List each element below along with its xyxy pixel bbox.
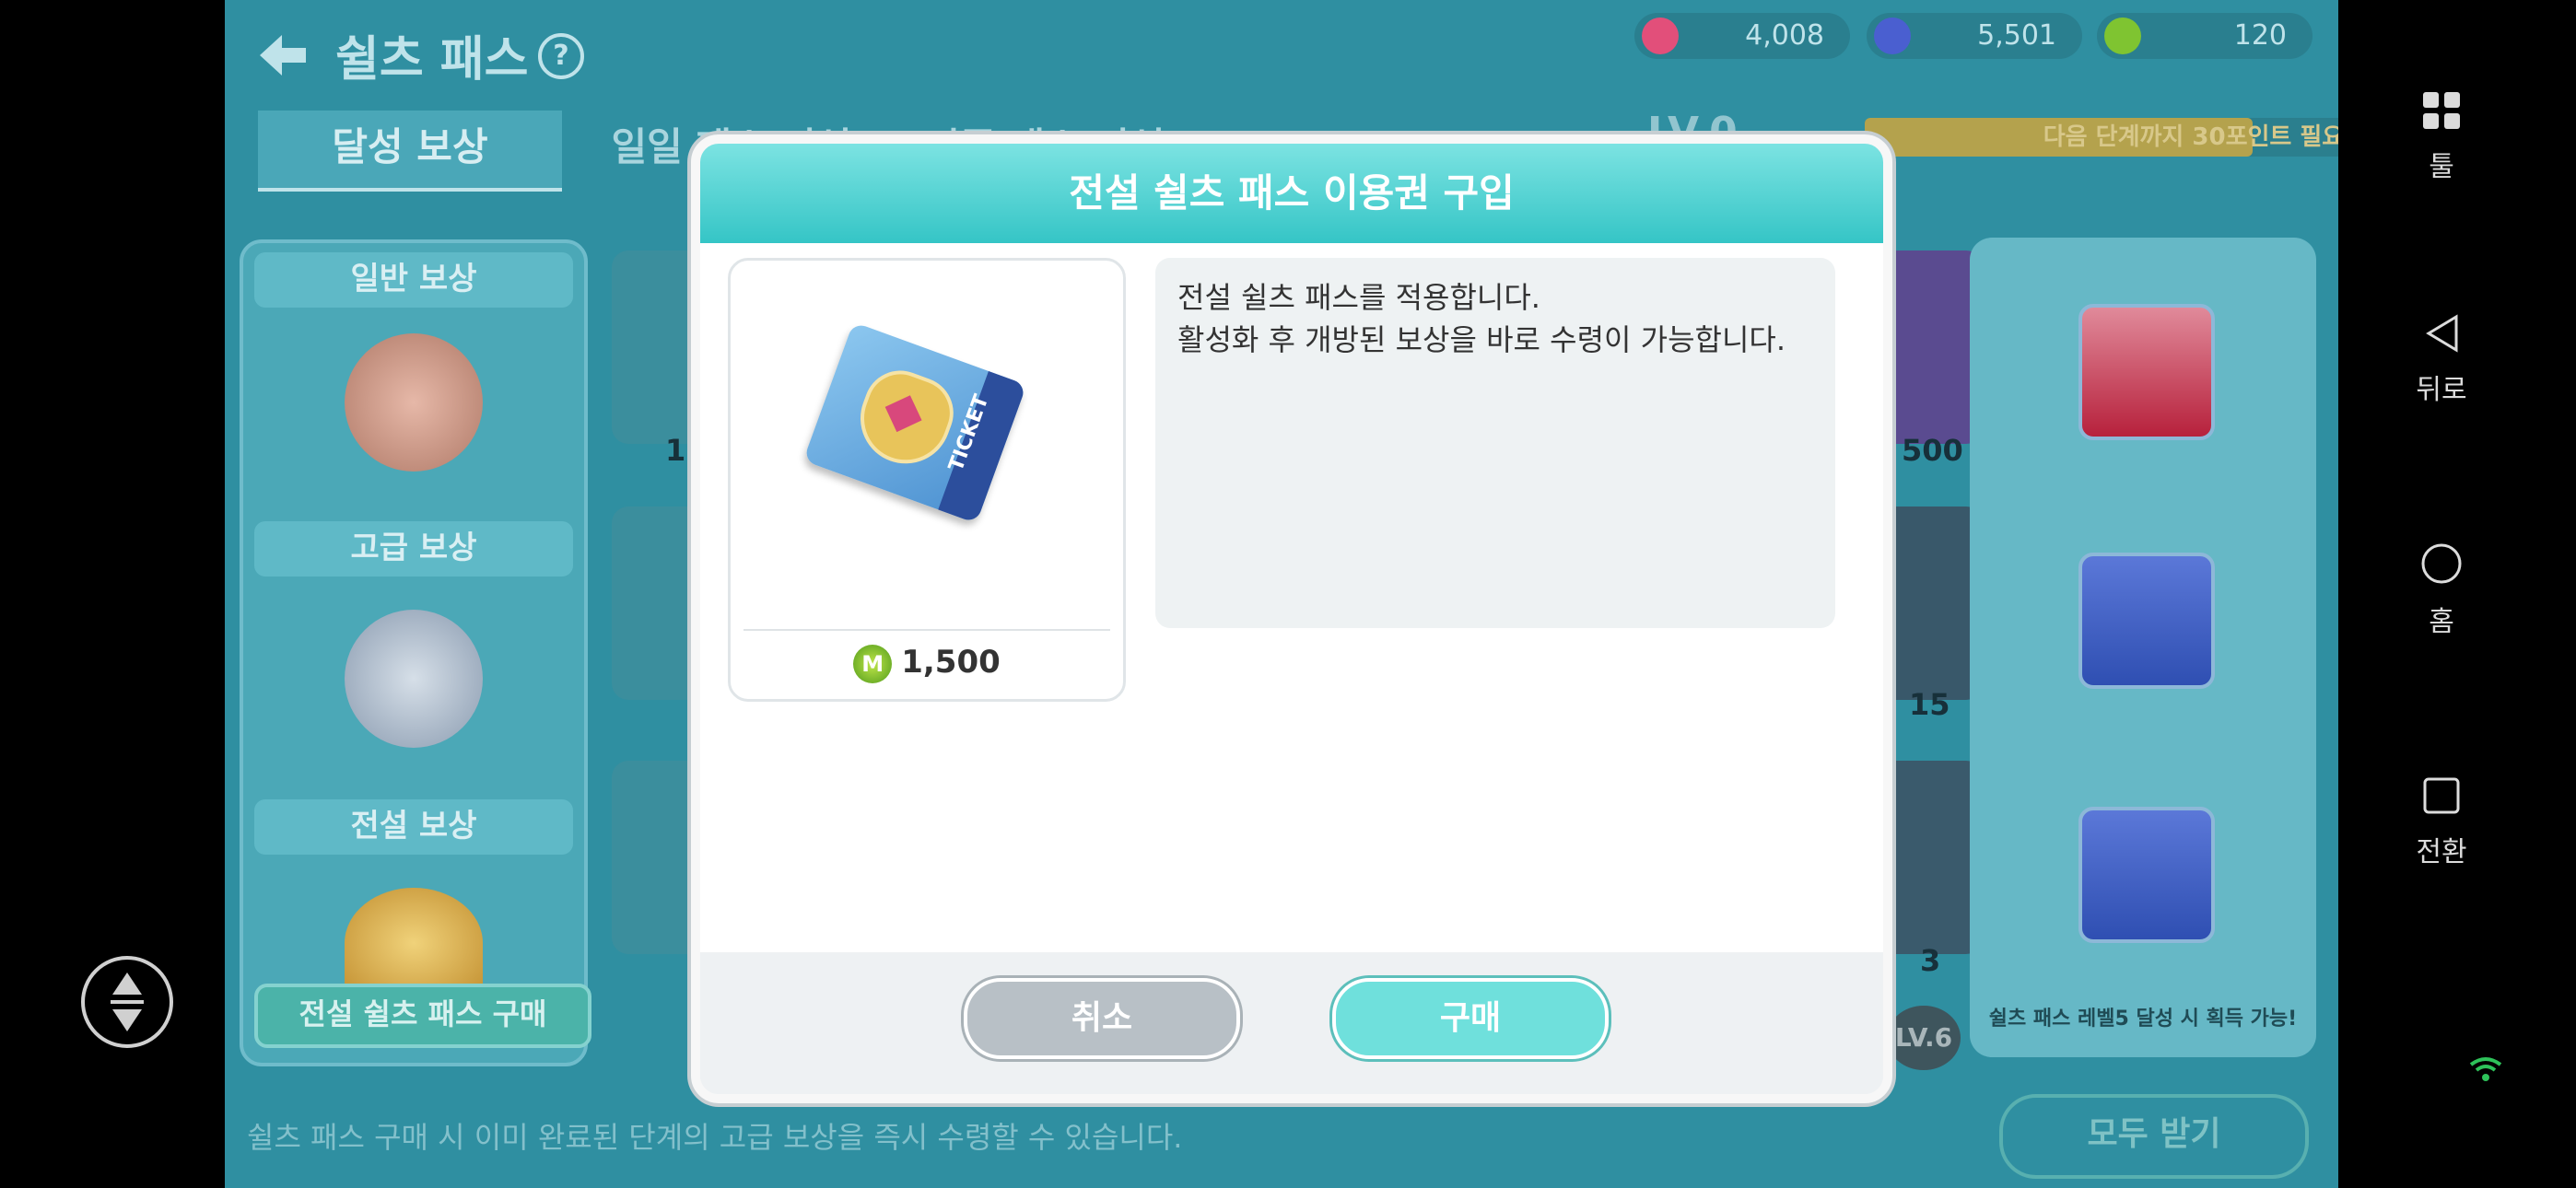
page-title: 쉴츠 패스 bbox=[335, 32, 529, 87]
tier-label-normal: 일반 보상 bbox=[254, 252, 573, 308]
pink-gem-pack-icon bbox=[2078, 553, 2215, 689]
currency-blue-gem: 5,501 bbox=[1867, 13, 2082, 59]
footnote: 쉴츠 패스 구매 시 이미 완료된 단계의 고급 보상을 즉시 수령할 수 있습… bbox=[247, 1120, 1183, 1155]
currency-value: 5,501 bbox=[1977, 19, 2056, 52]
game-screen: 쉴츠 패스 ? 4,008 5,501 120 달성 보상 일일 패스 미션 시… bbox=[225, 0, 2338, 1188]
buy-legend-pass-button[interactable]: 전설 쉴츠 패스 구매 bbox=[254, 984, 591, 1048]
red-potion-icon bbox=[2078, 304, 2215, 440]
description-box: 전설 쉴츠 패스를 적용합니다. 활성화 후 개방된 보상을 바로 수령이 가능… bbox=[1155, 258, 1835, 628]
pink-gem-icon bbox=[1642, 17, 1679, 54]
level-progress-text: 다음 단계까지 30포인트 필요 bbox=[2043, 123, 2338, 151]
buy-button[interactable]: 구매 bbox=[1332, 978, 1609, 1059]
nav-label: 전환 bbox=[2416, 836, 2467, 868]
home-circle-icon bbox=[2421, 543, 2462, 584]
level-progress-bar: 다음 단계까지 30포인트 필요 bbox=[1865, 118, 2338, 157]
legend-pass-ticket-icon: TICKET bbox=[802, 321, 1027, 524]
currency-value: 4,008 bbox=[1745, 19, 1824, 52]
item-card: TICKET M 1,500 bbox=[728, 258, 1126, 702]
nav-label: 뒤로 bbox=[2416, 374, 2467, 406]
grid-tools-icon bbox=[2423, 92, 2460, 129]
divider bbox=[744, 629, 1110, 631]
price: M 1,500 bbox=[731, 644, 1123, 683]
reward-card-value: 15 bbox=[1909, 687, 1950, 722]
reward-card-value: 500 bbox=[1902, 433, 1963, 468]
floating-scroll-handle[interactable] bbox=[81, 956, 173, 1048]
dialog-header: 전설 쉴츠 패스 이용권 구입 bbox=[700, 144, 1883, 243]
back-arrow-icon[interactable] bbox=[254, 28, 310, 83]
tier-label-advanced: 고급 보상 bbox=[254, 521, 573, 577]
level-badge: LV.6 bbox=[1887, 1006, 1961, 1070]
dialog-footer bbox=[700, 952, 1883, 1094]
silver-medal-icon bbox=[345, 610, 483, 748]
tier-label-legend: 전설 보상 bbox=[254, 799, 573, 855]
nav-tools[interactable]: 툴 bbox=[2359, 90, 2524, 184]
back-triangle-icon bbox=[2426, 314, 2458, 353]
cancel-button[interactable]: 취소 bbox=[964, 978, 1240, 1059]
claim-all-button[interactable]: 모두 받기 bbox=[1999, 1094, 2309, 1179]
level5-rewards-panel: 쉴츠 패스 레벨5 달성 시 획득 가능! bbox=[1970, 238, 2316, 1057]
reward-tier-column: 일반 보상 고급 보상 전설 보상 bbox=[240, 239, 588, 1066]
description-line: 활성화 후 개방된 보상을 바로 수령이 가능합니다. bbox=[1177, 322, 1786, 357]
up-down-arrows-icon bbox=[111, 973, 144, 1031]
purchase-dialog: 전설 쉴츠 패스 이용권 구입 TICKET M 1,500 전설 쉴츠 패스를 … bbox=[691, 134, 1892, 1103]
wifi-icon bbox=[2469, 1057, 2502, 1081]
nav-home[interactable]: 홈 bbox=[2359, 542, 2524, 639]
gold-crown-medal-icon bbox=[345, 888, 483, 998]
currency-green-coin: 120 bbox=[2097, 13, 2313, 59]
bronze-medal-icon bbox=[345, 333, 483, 472]
green-coin-icon bbox=[2104, 17, 2141, 54]
pink-gem-pack-icon bbox=[2078, 807, 2215, 943]
description-line: 전설 쉴츠 패스를 적용합니다. bbox=[1177, 280, 1540, 315]
nav-label: 툴 bbox=[2429, 151, 2454, 183]
level5-note: 쉴츠 패스 레벨5 달성 시 획득 가능! bbox=[1988, 1007, 2298, 1031]
dialog-title: 전설 쉴츠 패스 이용권 구입 bbox=[1069, 170, 1515, 215]
blue-gem-icon bbox=[1874, 17, 1911, 54]
reward-card-value: 3 bbox=[1920, 943, 1941, 978]
price-value: 1,500 bbox=[901, 644, 1001, 681]
nav-back[interactable]: 뒤로 bbox=[2359, 313, 2524, 407]
nav-label: 홈 bbox=[2429, 606, 2454, 638]
currency-value: 120 bbox=[2233, 19, 2287, 52]
currency-pink-gem: 4,008 bbox=[1634, 13, 1850, 59]
help-button[interactable]: ? bbox=[538, 33, 584, 79]
nav-recents[interactable]: 전환 bbox=[2359, 775, 2524, 869]
recents-square-icon bbox=[2423, 777, 2460, 814]
tab-achievement-rewards[interactable]: 달성 보상 bbox=[258, 111, 562, 192]
green-coin-icon: M bbox=[853, 644, 893, 683]
